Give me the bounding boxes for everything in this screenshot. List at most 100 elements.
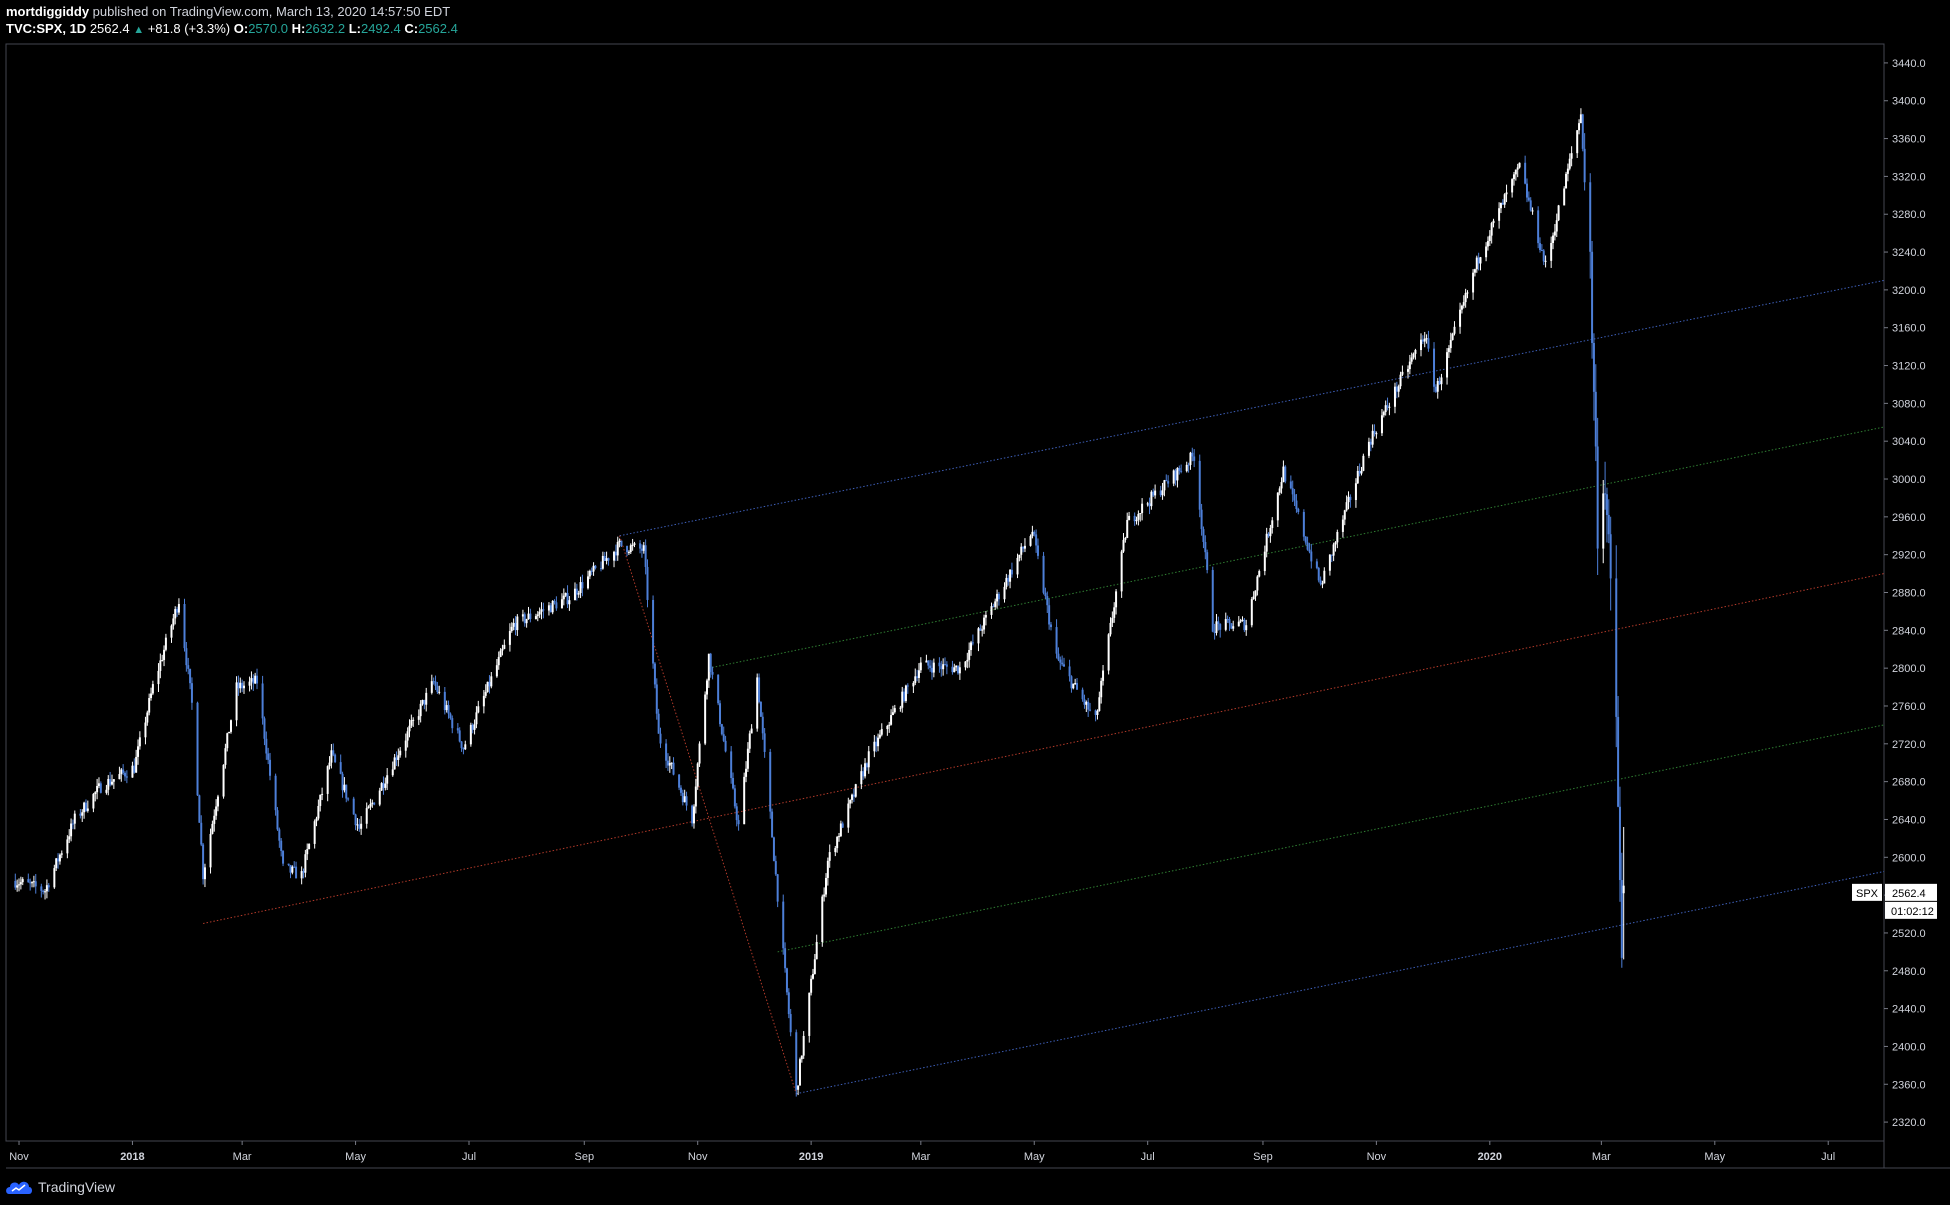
candle-body-366 (966, 659, 969, 662)
candle-body-597 (1566, 168, 1569, 174)
candle-body-330 (873, 741, 876, 752)
candle-body-585 (1537, 210, 1540, 244)
candle-body-92 (252, 678, 255, 684)
candle-body-70 (196, 702, 199, 796)
candle-body-28 (84, 802, 87, 811)
candle-body-72 (200, 822, 203, 845)
candle-body-32 (96, 786, 99, 793)
candle-body-484 (1271, 520, 1274, 529)
candle-body-203 (540, 609, 543, 612)
candle-body-298 (787, 992, 790, 1015)
candle-body-452 (1189, 452, 1192, 465)
candle-body-600 (1576, 130, 1579, 154)
candle-body-162 (434, 681, 437, 686)
candle-body-318 (839, 823, 842, 837)
candle-body-575 (1511, 179, 1514, 193)
candle-body-294 (776, 874, 779, 902)
candle-body-121 (328, 762, 331, 767)
candle-body-214 (568, 600, 571, 605)
candle-body-130 (352, 798, 355, 815)
candle-body-34 (99, 783, 102, 793)
candle-body-540 (1420, 339, 1423, 351)
candle-body-447 (1176, 467, 1179, 481)
candle-body-465 (1224, 619, 1227, 630)
candle-body-445 (1172, 470, 1175, 484)
candle-body-15 (53, 868, 56, 888)
candle-body-38 (110, 781, 113, 785)
candle-body-557 (1462, 302, 1465, 306)
candle-body-73 (202, 844, 205, 880)
candle-body-466 (1226, 619, 1229, 621)
candle-body-494 (1297, 509, 1300, 512)
candle-body-420 (1107, 634, 1110, 671)
candle-body-153 (410, 720, 413, 726)
candle-body-295 (782, 901, 785, 949)
candle-body-193 (514, 622, 517, 631)
candle-body-208 (553, 600, 556, 603)
candle-body-252 (668, 763, 671, 766)
candle-body-261 (692, 806, 695, 824)
candle-body-233 (618, 540, 621, 542)
candle-body-129 (347, 798, 350, 800)
candle-body-58 (163, 649, 166, 660)
candle-body-99 (269, 759, 272, 776)
candle-body-210 (560, 599, 563, 609)
candles (14, 108, 1625, 1097)
candle-body-383 (1009, 569, 1012, 582)
candle-body-231 (614, 551, 617, 556)
price-tick-label-11: 2760.0 (1892, 701, 1926, 713)
candle-body-289 (763, 733, 766, 752)
candle-body-55 (157, 670, 160, 685)
candle-body-511 (1343, 510, 1346, 520)
candle-body-610 (1602, 493, 1605, 549)
candle-body-360 (951, 666, 954, 673)
candle-body-109 (295, 866, 298, 879)
candle-body-499 (1310, 551, 1313, 562)
candle-body-609 (1596, 446, 1599, 549)
candle-body-143 (384, 783, 387, 788)
candle-body-450 (1185, 464, 1188, 472)
candle-body-509 (1336, 531, 1339, 543)
candle-body-551 (1447, 348, 1450, 353)
candle-body-504 (1323, 570, 1326, 584)
price-tick-label-12: 2800.0 (1892, 663, 1926, 675)
price-tick-label-5: 2520.0 (1892, 928, 1926, 940)
candle-body-399 (1049, 624, 1052, 628)
candle-body-95 (261, 683, 264, 719)
candle-body-264 (698, 743, 701, 764)
candle-body-400 (1055, 627, 1058, 654)
candle-body-263 (696, 763, 699, 787)
candle-body-36 (107, 778, 110, 790)
candle-body-431 (1135, 519, 1138, 522)
candle-body-594 (1557, 205, 1560, 221)
candle-body-286 (758, 677, 761, 702)
candle-body-324 (854, 784, 857, 797)
candle-body-323 (852, 794, 855, 797)
candle-body-181 (484, 691, 487, 696)
candle-body-270 (717, 674, 720, 704)
candle-body-222 (590, 570, 593, 572)
price-chart[interactable]: 2320.02360.02400.02440.02480.02520.02560… (0, 0, 1950, 1205)
candle-body-6 (29, 882, 32, 884)
candle-body-352 (929, 665, 932, 668)
candle-body-618 (1620, 880, 1623, 958)
candle-body-350 (925, 660, 928, 663)
candle-body-556 (1460, 305, 1463, 310)
candle-body-608 (1594, 391, 1597, 447)
candle-body-391 (1031, 531, 1034, 537)
candle-body-312 (824, 877, 827, 895)
candle-body-297 (785, 968, 788, 993)
candle-body-583 (1529, 200, 1532, 211)
brand-name: TradingView (38, 1179, 116, 1195)
candle-body-615 (1615, 578, 1618, 717)
candle-body-82 (226, 733, 229, 749)
candle-body-18 (58, 854, 61, 862)
candle-body-369 (971, 642, 974, 644)
candle-body-413 (1087, 701, 1090, 710)
candle-body-234 (620, 540, 623, 547)
candle-body-381 (1005, 577, 1008, 587)
candle-body-303 (800, 1055, 803, 1060)
candle-body-534 (1401, 371, 1404, 375)
candle-body-209 (555, 602, 558, 609)
tradingview-logo[interactable]: TradingView (6, 1176, 115, 1198)
